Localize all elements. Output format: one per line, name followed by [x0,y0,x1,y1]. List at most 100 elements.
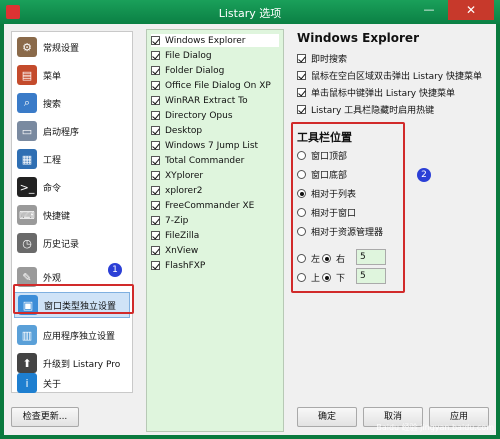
list-item-checkbox[interactable] [151,186,160,195]
sidebar-item-command[interactable]: >_ 命令 [14,174,130,200]
option-middle-click-menu[interactable]: 单击鼠标中键弹出 Listary 快捷菜单 [297,86,455,99]
radio-window-bottom[interactable]: 窗口底部 [297,168,347,181]
list-item-checkbox[interactable] [151,216,160,225]
list-item-label: 7-Zip [165,215,189,226]
radio-relative-list[interactable]: 相对于列表 [297,187,356,200]
list-item[interactable]: Office File Dialog On XP [151,79,271,92]
list-item[interactable]: Directory Opus [151,109,233,122]
list-item-label: XnView [165,245,199,256]
list-item-checkbox[interactable] [151,81,160,90]
option-toolbar-hotkey[interactable]: Listary 工具栏隐藏时启用热键 [297,103,434,116]
radio-button[interactable] [297,189,306,198]
list-item-checkbox[interactable] [151,156,160,165]
list-item-label: XYplorer [165,170,204,181]
sidebar-item-label: 命令 [43,183,62,194]
option-double-click-menu[interactable]: 鼠标在空白区域双击弹出 Listary 快捷菜单 [297,69,482,82]
sidebar-item-menu[interactable]: ▤ 菜单 [14,62,130,88]
sidebar-item-project[interactable]: ▦ 工程 [14,146,130,172]
list-item[interactable]: Windows Explorer [151,34,279,47]
list-item-checkbox[interactable] [151,246,160,255]
list-item-checkbox[interactable] [151,96,160,105]
history-icon: ◷ [17,233,37,253]
list-item[interactable]: Windows 7 Jump List [151,139,258,152]
list-item[interactable]: FileZilla [151,229,199,242]
list-item-checkbox[interactable] [151,36,160,45]
option-checkbox[interactable] [297,71,306,80]
list-item-checkbox[interactable] [151,111,160,120]
window-type-list[interactable]: Windows Explorer File Dialog Folder Dial… [146,29,284,432]
radio-window-top[interactable]: 窗口顶部 [297,149,347,162]
list-item-checkbox[interactable] [151,141,160,150]
list-item-label: FlashFXP [165,260,206,271]
radio-button[interactable] [297,227,306,236]
options-dialog: ⚙ 常规设置 ▤ 菜单 ⌕ 搜索 ▭ 启动程序 ▦ 工程 >_ 命令 ⌨ 快捷键… [4,24,496,435]
sidebar-item-hotkeys[interactable]: ⌨ 快捷键 [14,202,130,228]
radio-button[interactable] [297,273,306,282]
option-checkbox[interactable] [297,88,306,97]
list-item-checkbox[interactable] [151,201,160,210]
list-item-label: Folder Dialog [165,65,225,76]
radio-offset-left[interactable]: 左 [297,252,320,265]
radio-label: 窗口底部 [311,171,348,181]
list-item[interactable]: Total Commander [151,154,244,167]
close-button[interactable]: ✕ [448,0,494,20]
sidebar: ⚙ 常规设置 ▤ 菜单 ⌕ 搜索 ▭ 启动程序 ▦ 工程 >_ 命令 ⌨ 快捷键… [11,31,133,393]
radio-button[interactable] [297,170,306,179]
minimize-button[interactable]: — [416,0,442,20]
option-checkbox[interactable] [297,105,306,114]
list-item-checkbox[interactable] [151,126,160,135]
radio-relative-explorer[interactable]: 相对于资源管理器 [297,225,383,238]
option-instant-search[interactable]: 即时搜索 [297,52,347,65]
sidebar-item-search[interactable]: ⌕ 搜索 [14,90,130,116]
radio-label: 左 [311,255,321,265]
list-item[interactable]: Desktop [151,124,202,137]
sidebar-item-label: 搜索 [43,99,62,110]
ok-button[interactable]: 确定 [297,407,357,427]
list-item-checkbox[interactable] [151,66,160,75]
sidebar-item-label: 快捷键 [43,211,71,222]
list-item[interactable]: xplorer2 [151,184,203,197]
offset-y-input[interactable]: 5 [356,268,386,284]
offset-x-input[interactable]: 5 [356,249,386,265]
option-checkbox[interactable] [297,54,306,63]
radio-button[interactable] [322,254,331,263]
sidebar-item-launcher[interactable]: ▭ 启动程序 [14,118,130,144]
radio-button[interactable] [297,151,306,160]
list-item-checkbox[interactable] [151,51,160,60]
settings-title: Windows Explorer [297,31,419,45]
list-item[interactable]: Folder Dialog [151,64,224,77]
sidebar-item-label: 工程 [43,155,62,166]
radio-offset-top[interactable]: 上 [297,271,320,284]
list-item-label: xplorer2 [165,185,203,196]
sidebar-item-about[interactable]: i 关于 [14,370,130,396]
sidebar-item-label: 应用程序独立设置 [43,331,116,342]
list-item[interactable]: 7-Zip [151,214,188,227]
toolbar-position-title: 工具栏位置 [297,131,352,144]
menu-icon: ▤ [17,65,37,85]
radio-offset-bottom[interactable]: 下 [322,271,345,284]
list-item[interactable]: XnView [151,244,198,257]
radio-button[interactable] [322,273,331,282]
list-item-label: Office File Dialog On XP [165,80,271,91]
list-item-checkbox[interactable] [151,171,160,180]
sidebar-item-history[interactable]: ◷ 历史记录 [14,230,130,256]
option-label: 即时搜索 [311,55,348,65]
list-item[interactable]: File Dialog [151,49,212,62]
list-item[interactable]: WinRAR Extract To [151,94,248,107]
sidebar-item-general[interactable]: ⚙ 常规设置 [14,34,130,60]
general-settings-icon: ⚙ [17,37,37,57]
sidebar-item-app-settings[interactable]: ▥ 应用程序独立设置 [14,322,130,348]
check-updates-button[interactable]: 检查更新... [11,407,79,427]
list-item[interactable]: XYplorer [151,169,203,182]
list-item-label: File Dialog [165,50,212,61]
list-item-checkbox[interactable] [151,261,160,270]
list-item[interactable]: FlashFXP [151,259,205,272]
list-item-label: Total Commander [165,155,245,166]
radio-relative-window[interactable]: 相对于窗口 [297,206,356,219]
list-item-checkbox[interactable] [151,231,160,240]
list-item[interactable]: FreeCommander XE [151,199,254,212]
sidebar-item-label: 历史记录 [43,239,80,250]
radio-button[interactable] [297,208,306,217]
radio-offset-right[interactable]: 右 [322,252,345,265]
radio-button[interactable] [297,254,306,263]
